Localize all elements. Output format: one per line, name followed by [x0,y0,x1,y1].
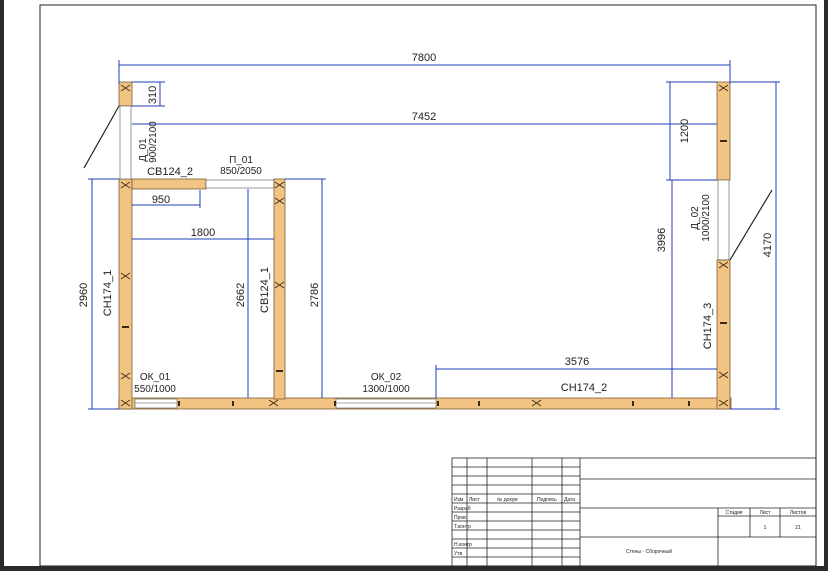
label-d01-size: 900/2100 [148,121,159,163]
dim-right-inner-height: 3996 [656,228,668,252]
wall-left [118,178,133,410]
dim-room-width: 1800 [191,227,215,239]
label-ok02-size: 1300/1000 [362,384,410,395]
wall-sb124-2 [131,178,207,190]
label-ok01-name: ОК_01 [140,372,171,383]
dim-right-segment: 1200 [679,119,691,143]
dim-left-height: 2960 [78,283,90,307]
dim-sb-length: 950 [152,194,170,206]
label-sn174-2: СН174_2 [561,382,607,394]
dim-right-height: 4170 [762,233,774,257]
label-ok02-name: ОК_02 [371,372,402,383]
tb-header-doc: № докум [497,497,518,503]
tb-sheet-value: 1 [764,525,767,531]
wall-left-top [118,81,133,107]
dim-overall-width: 7800 [412,52,436,64]
label-d02-size: 1000/2100 [701,194,712,242]
tb-stage-label: Стадия [725,510,742,516]
tb-role-prov: Пров [454,515,466,521]
wall-sb124-1 [273,178,286,400]
tb-drawing-title: Стены - Сборочный [626,548,672,555]
label-sb124-2: СВ124_2 [147,166,193,178]
tb-role-nkontr: Н.контр [454,542,472,548]
label-p01-name: П_01 [229,155,253,166]
tb-role-tkontr: Т.контр [454,524,471,530]
label-d02-name: Д_02 [690,206,701,230]
drawing-sheet: 7800 7452 310 950 1800 2960 2662 2786 12… [0,0,828,567]
wall-right-top [716,81,731,181]
dim-sb124-1-height: 2662 [235,283,247,307]
dim-bottom-segment: 3576 [565,356,589,368]
label-sb124-1: СВ124_1 [259,267,271,313]
label-sn174-1: СН174_1 [102,270,114,316]
tb-header-izm: Изм [454,497,464,503]
tb-role-utv: Утв [454,551,462,557]
tb-sheets-value: 21 [795,525,801,531]
label-p01-size: 850/2050 [220,166,262,177]
window-ok02 [335,398,437,409]
wall-right [716,259,731,410]
door-d01 [119,105,132,180]
window-ok01 [134,398,178,409]
dim-inner-height: 2786 [309,283,321,307]
tb-role-razrab: Разраб [454,506,471,512]
door-p01 [205,179,275,189]
dim-inner-width: 7452 [412,111,436,123]
floor-plan-drawing: 7800 7452 310 950 1800 2960 2662 2786 12… [0,0,828,567]
label-sn174-3: СН174_3 [702,303,714,349]
dim-left-top-offset: 310 [147,86,159,104]
tb-header-date: Дата [564,497,575,503]
label-ok01-size: 550/1000 [134,384,176,395]
tb-header-sign: Подпись [537,497,557,503]
tb-sheet-label: Лист [760,510,772,516]
tb-header-list: Лист [469,497,481,503]
tb-sheets-label: Листов [790,510,807,516]
door-d02 [717,179,730,261]
